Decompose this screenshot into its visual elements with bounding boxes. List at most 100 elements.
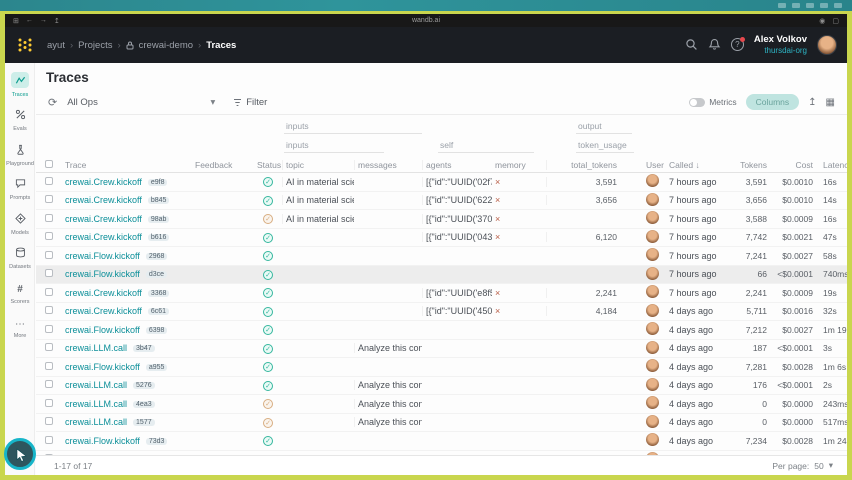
ops-selector[interactable]: All Ops ▾ [67, 97, 215, 108]
cell-cost: $0.0028 [782, 435, 813, 446]
trace-link[interactable]: crewai.LLM.call [65, 417, 127, 427]
table-row[interactable]: crewai.LLM.call 4ea3 ✓ Analyze this conten.… [36, 395, 847, 414]
table-row[interactable]: crewai.Flow.kickoff a955 ✓ 4 days ago 7,281 $… [36, 358, 847, 377]
trace-link[interactable]: crewai.Flow.kickoff [65, 269, 140, 279]
bell-icon[interactable] [708, 38, 721, 51]
sidebar-item-more[interactable]: ⋯ More [5, 314, 35, 340]
trace-link[interactable]: crewai.LLM.call [65, 343, 127, 353]
user-menu[interactable]: Alex Volkov thursdai-org [754, 34, 807, 55]
table-row[interactable]: crewai.Flow.kickoff 6398 ✓ 4 days ago 7,212 $… [36, 321, 847, 340]
table-row[interactable]: crewai.Crew.kickoff 3368 ✓ [{"id":"UUID('e8… [36, 284, 847, 303]
trace-link[interactable]: crewai.Flow.kickoff [65, 436, 140, 446]
trace-link[interactable]: crewai.Flow.kickoff [65, 325, 140, 335]
row-checkbox[interactable] [45, 324, 53, 333]
col-header-agents[interactable]: agents [422, 159, 492, 170]
trace-link[interactable]: crewai.LLM.call [65, 399, 127, 409]
col-header-messages[interactable]: messages [354, 159, 422, 170]
sidebar-item-prompts[interactable]: Prompts [5, 176, 35, 201]
table-row[interactable]: crewai.Flow.kickoff 73d3 ✓ 4 days ago 7,234 $… [36, 432, 847, 451]
sidebar-item-datasets[interactable]: Datasets [5, 245, 35, 270]
trace-link[interactable]: crewai.Crew.kickoff [65, 214, 142, 224]
table-row[interactable]: crewai.LLM.call 1577 ✓ Analyze this conten.… [36, 414, 847, 432]
trace-link[interactable]: crewai.Crew.kickoff [65, 232, 142, 242]
col-header-status[interactable]: Status [254, 160, 282, 170]
column-settings-icon[interactable]: ▦ [826, 97, 835, 108]
url-bar[interactable]: wandb.ai [412, 17, 440, 24]
refresh-icon[interactable]: ⟳ [48, 96, 57, 109]
trace-link[interactable]: crewai.LLM.call [65, 380, 127, 390]
cell-total_tokens: 2,241 [546, 287, 620, 298]
per-page-selector[interactable]: Per page: 50 ▾ [772, 460, 833, 471]
trace-link[interactable]: crewai.Flow.kickoff [65, 362, 140, 372]
select-all-checkbox[interactable] [36, 159, 62, 170]
trace-link[interactable]: crewai.Crew.kickoff [65, 195, 142, 205]
user-avatar [646, 396, 659, 410]
col-header-total-tokens[interactable]: total_tokens [546, 159, 620, 170]
row-checkbox[interactable] [45, 195, 53, 204]
row-checkbox[interactable] [45, 361, 53, 370]
extensions-icon[interactable]: ◉ [819, 17, 825, 25]
cell-called: 7 hours ago [669, 176, 717, 187]
col-header-cost[interactable]: Cost [770, 160, 816, 170]
row-checkbox[interactable] [45, 232, 53, 241]
row-checkbox[interactable] [45, 269, 53, 278]
back-icon[interactable]: ← [26, 17, 33, 25]
toolbar: ⟳ All Ops ▾ Filter Metrics Columns ↥ ▦ [36, 90, 847, 115]
table-row[interactable]: crewai.Flow.kickoff d3ce ✓ 7 hours ago 66 <$0… [36, 265, 847, 284]
table-row[interactable]: crewai.Crew.kickoff e9f8 ✓ AI in material s… [36, 173, 847, 192]
wandb-logo-icon[interactable] [17, 37, 33, 53]
table-row[interactable]: crewai.LLM.call 3b47 ✓ Analyze this conten.… [36, 340, 847, 358]
row-checkbox[interactable] [45, 435, 53, 444]
breadcrumb-user[interactable]: ayut [47, 40, 65, 51]
table-row[interactable]: crewai.Crew.kickoff b616 ✓ [{"id":"UUID('04… [36, 229, 847, 247]
row-checkbox[interactable] [45, 398, 53, 407]
window-controls-icon[interactable]: ⊞ [13, 17, 19, 25]
breadcrumb-project[interactable]: crewai-demo [139, 40, 193, 51]
avatar[interactable] [817, 34, 837, 55]
ops-selected-value: All Ops [67, 96, 98, 108]
help-icon[interactable]: ? [730, 37, 745, 52]
cell-agents: [{"id":"UUID('e8f56... [422, 287, 492, 298]
trace-link[interactable]: crewai.Crew.kickoff [65, 177, 142, 187]
tabs-icon[interactable]: ▢ [832, 17, 839, 25]
sidebar-item-evals[interactable]: Evals [5, 107, 35, 132]
sidebar-item-models[interactable]: Models [5, 210, 35, 236]
trace-link[interactable]: crewai.Flow.kickoff [65, 251, 140, 261]
col-header-feedback[interactable]: Feedback [192, 160, 254, 170]
export-icon[interactable]: ↥ [808, 97, 816, 108]
row-checkbox[interactable] [45, 250, 53, 259]
col-header-topic[interactable]: topic [282, 159, 354, 170]
forward-icon[interactable]: → [40, 17, 47, 25]
table-row[interactable]: crewai.Crew.kickoff 98ab ✓ AI in material s… [36, 210, 847, 229]
col-header-user[interactable]: User [620, 160, 666, 170]
table-row[interactable]: crewai.Crew.kickoff 6c61 ✓ [{"id":"UUID('45… [36, 303, 847, 321]
columns-button[interactable]: Columns [745, 94, 800, 110]
table-row[interactable]: crewai.Flow.kickoff 2968 ✓ 7 hours ago 7,241… [36, 247, 847, 266]
row-checkbox[interactable] [45, 213, 53, 222]
col-header-trace[interactable]: Trace [62, 160, 192, 170]
col-header-latency[interactable]: Latency [816, 160, 847, 170]
sidebar-item-scorers[interactable]: # Scorers [5, 279, 35, 305]
row-checkbox[interactable] [45, 343, 53, 352]
trace-link[interactable]: crewai.Crew.kickoff [65, 288, 142, 298]
col-header-tokens[interactable]: Tokens [732, 160, 770, 170]
cell-tokens: 7,742 [745, 232, 767, 243]
col-header-memory[interactable]: memory [492, 160, 546, 170]
row-checkbox[interactable] [45, 380, 53, 389]
breadcrumb-projects[interactable]: Projects [78, 40, 112, 51]
trace-link[interactable]: crewai.Crew.kickoff [65, 306, 142, 316]
row-checkbox[interactable] [45, 306, 53, 315]
table-row[interactable]: crewai.Crew.kickoff b845 ✓ AI in material s… [36, 192, 847, 210]
col-header-called[interactable]: Called ↓ [666, 160, 732, 170]
search-icon[interactable] [685, 38, 698, 51]
cell-tokens: 5,711 [746, 306, 767, 317]
sidebar-item-traces[interactable]: Traces [5, 72, 35, 98]
share-icon[interactable]: ↥ [54, 17, 60, 25]
row-checkbox[interactable] [45, 287, 53, 296]
filter-button[interactable]: Filter [233, 97, 267, 108]
row-checkbox[interactable] [45, 176, 53, 185]
row-checkbox[interactable] [45, 417, 53, 426]
sidebar-item-playground[interactable]: Playground [5, 141, 35, 167]
metrics-toggle[interactable]: Metrics [689, 97, 737, 107]
table-row[interactable]: crewai.LLM.call 5276 ✓ Analyze this conten.… [36, 377, 847, 395]
